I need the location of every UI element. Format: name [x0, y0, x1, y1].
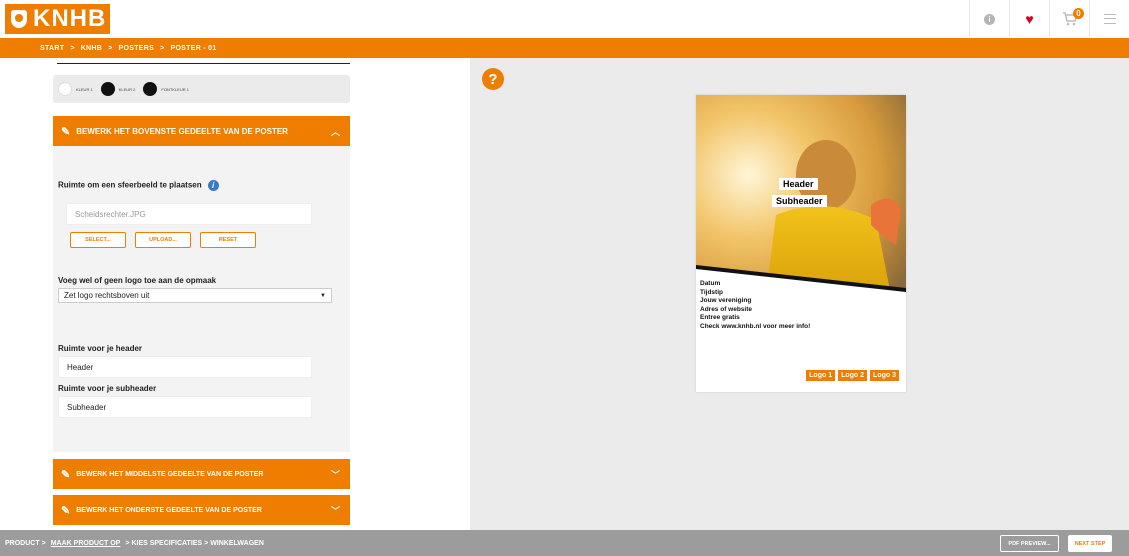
pencil-icon: ✎ — [61, 504, 71, 517]
swatch-label: KLEUR 1 — [76, 86, 93, 92]
reset-button[interactable]: RESET — [200, 232, 256, 248]
breadcrumb-posters[interactable]: POSTERS — [119, 45, 155, 52]
poster-logos: Logo 1 Logo 2 Logo 3 — [803, 370, 899, 381]
poster-info-line: Jouw vereniging — [700, 297, 752, 304]
poster-info-line: Check www.knhb.nl voor meer info! — [700, 322, 811, 330]
breadcrumb: START > KNHB > POSTERS > POSTER - 01 — [0, 38, 1129, 58]
color-swatch-kleur-2[interactable] — [100, 82, 115, 96]
image-file-field[interactable]: Scheidsrechter.JPG — [66, 203, 312, 225]
pencil-icon: ✎ — [61, 468, 71, 481]
preview-panel: ? Header Subheader Datum Tijdstip Jouw v… — [470, 58, 1129, 530]
poster-info-line: Adres of website — [700, 305, 753, 313]
breadcrumb-start[interactable]: START — [40, 45, 64, 52]
pdf-preview-button[interactable]: PDF PREVIEW... — [1000, 535, 1059, 552]
header-input[interactable]: Header — [58, 356, 312, 378]
brand-name: KNHB — [33, 5, 107, 32]
step-kies-specificaties[interactable]: KIES SPECIFICATIES — [131, 540, 202, 547]
color-swatch-kleur-1[interactable] — [58, 82, 72, 96]
subheader-field-label: Ruimte voor je subheader — [58, 384, 157, 393]
upload-button[interactable]: UPLOAD... — [135, 232, 191, 248]
step-product[interactable]: PRODUCT — [5, 540, 40, 547]
subheader-input[interactable]: Subheader — [58, 396, 312, 418]
top-bar: KNHB i ♥ 0 — [0, 0, 1129, 38]
logo-field-label: Voeg wel of geen logo toe aan de opmaak — [58, 276, 217, 285]
poster-info-line: Entree gratis — [700, 314, 740, 321]
top-section-header[interactable]: ✎ BEWERK HET BOVENSTE GEDEELTE VAN DE PO… — [53, 116, 350, 146]
poster-preview: Header Subheader Datum Tijdstip Jouw ver… — [696, 95, 906, 392]
heart-icon: ♥ — [1025, 11, 1034, 27]
logo-select-value: Zet logo rechtsboven uit — [64, 291, 150, 300]
color-picker-row: KLEUR 1 KLEUR 2 FONTKLEUR 1 — [53, 75, 350, 103]
step-bar: PRODUCT > MAAK PRODUCT OP > KIES SPECIFI… — [0, 530, 1129, 556]
favorites-button[interactable]: ♥ — [1009, 0, 1049, 38]
poster-info-line: Datum — [700, 280, 721, 287]
bottom-section-header[interactable]: ✎ BEWERK HET ONDERSTE GEDEELTE VAN DE PO… — [53, 495, 350, 525]
breadcrumb-separator: > — [70, 44, 75, 52]
breadcrumb-knhb[interactable]: KNHB — [81, 45, 102, 52]
header-field-label: Ruimte voor je header — [58, 344, 143, 353]
cart-count-badge: 0 — [1073, 8, 1084, 19]
middle-section-title: BEWERK HET MIDDELSTE GEDEELTE VAN DE POS… — [76, 470, 264, 478]
swatch-label: KLEUR 2 — [118, 86, 136, 92]
breadcrumb-current: POSTER - 01 — [170, 44, 217, 52]
poster-header-text: Header — [779, 178, 818, 190]
editor-panel: KLEUR 1 KLEUR 2 FONTKLEUR 1 ✎ BEWERK HET… — [0, 58, 470, 530]
poster-info-lines: Datum Tijdstip Jouw vereniging Adres of … — [700, 280, 810, 331]
chevron-up-icon: ︿ — [330, 127, 340, 137]
top-section-panel: ✎ BEWERK HET BOVENSTE GEDEELTE VAN DE PO… — [53, 116, 350, 452]
info-icon: i — [984, 13, 995, 25]
top-section-title: BEWERK HET BOVENSTE GEDEELTE VAN DE POST… — [76, 126, 288, 136]
step-maak-product-op[interactable]: MAAK PRODUCT OP — [51, 540, 121, 547]
header-icons: i ♥ 0 — [969, 0, 1129, 38]
color-swatch-fontkleur-1[interactable] — [143, 82, 158, 96]
chevron-down-icon: ﹀ — [330, 506, 340, 516]
step-separator: > — [41, 539, 46, 547]
step-winkelwagen[interactable]: WINKELWAGEN — [210, 540, 264, 547]
poster-logo-3: Logo 3 — [870, 370, 899, 381]
select-button[interactable]: SELECT... — [70, 232, 126, 248]
image-field-label: Ruimte om een sfeerbeeld te plaatsen i — [58, 180, 219, 191]
hamburger-menu-icon — [1103, 14, 1116, 24]
step-separator: > — [204, 539, 209, 547]
knhb-logo[interactable]: KNHB — [5, 4, 110, 34]
poster-logo-2: Logo 2 — [838, 370, 868, 381]
chevron-down-icon: ﹀ — [330, 470, 340, 480]
pencil-icon: ✎ — [61, 125, 71, 138]
image-label-text: Ruimte om een sfeerbeeld te plaatsen — [58, 180, 202, 190]
next-step-button[interactable]: NEXT STEP — [1068, 535, 1112, 552]
bottom-section-title: BEWERK HET ONDERSTE GEDEELTE VAN DE POST… — [76, 506, 262, 514]
middle-section-header[interactable]: ✎ BEWERK HET MIDDELSTE GEDEELTE VAN DE P… — [53, 459, 350, 489]
step-separator: > — [125, 539, 130, 547]
cart-button[interactable]: 0 — [1049, 0, 1089, 38]
poster-logo-1: Logo 1 — [806, 370, 836, 381]
breadcrumb-separator: > — [108, 44, 113, 52]
logo-position-select[interactable]: Zet logo rechtsboven uit ▼ — [58, 288, 332, 303]
dropdown-arrow-icon: ▼ — [320, 292, 326, 299]
menu-button[interactable] — [1089, 0, 1129, 38]
poster-info-line: Tijdstip — [700, 288, 723, 296]
help-icon[interactable]: ? — [482, 68, 504, 90]
info-button[interactable]: i — [969, 0, 1009, 38]
info-icon[interactable]: i — [207, 180, 219, 191]
breadcrumb-separator: > — [160, 44, 165, 52]
divider — [57, 63, 350, 64]
swatch-label: FONTKLEUR 1 — [161, 86, 189, 92]
shield-icon — [11, 10, 27, 28]
poster-subheader-text: Subheader — [772, 195, 827, 207]
